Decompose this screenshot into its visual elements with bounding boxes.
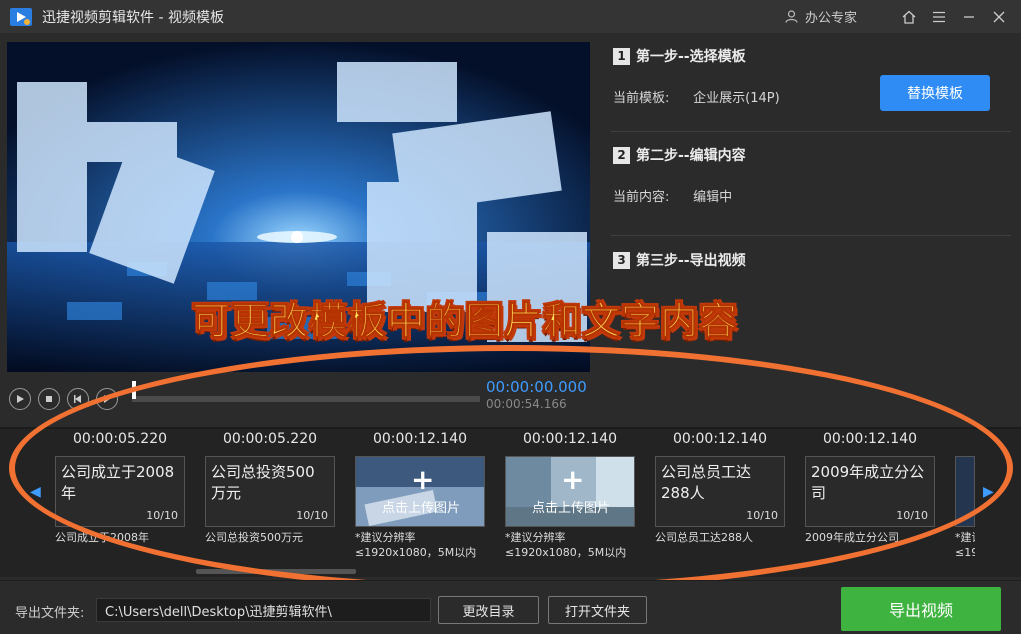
replace-template-button[interactable]: 替换模板 xyxy=(880,75,990,111)
char-count: 10/10 xyxy=(746,509,778,522)
step2-header: 2 第二步--编辑内容 xyxy=(613,145,746,165)
menu-icon xyxy=(933,11,945,22)
play-icon xyxy=(17,395,24,403)
text-slot[interactable]: 公司成立于2008年 10/10 xyxy=(55,456,185,527)
clip-caption: *建议分辨率≤1920x1080，5M以内 xyxy=(955,531,975,559)
clip-item[interactable]: 00:00:05.220 公司成立于2008年 10/10 公司成立于2008年 xyxy=(55,429,185,579)
clip-caption: 公司成立于2008年 xyxy=(55,531,149,544)
export-bar: 导出文件夹: 更改目录 打开文件夹 导出视频 xyxy=(0,580,1021,634)
slot-thumbnail xyxy=(956,457,974,526)
slot-text: 公司总员工达288人 xyxy=(661,463,752,502)
upload-image-label: 点击上传图片 xyxy=(381,501,460,516)
char-count: 10/10 xyxy=(296,509,328,522)
char-count: 10/10 xyxy=(146,509,178,522)
change-directory-button[interactable]: 更改目录 xyxy=(438,596,539,624)
promo-caption: 可更改模板中的图片和文字内容 xyxy=(191,299,739,344)
close-button[interactable] xyxy=(985,0,1013,33)
user-name: 办公专家 xyxy=(804,11,857,26)
progress-handle[interactable] xyxy=(132,381,136,399)
step2-title: 第二步--编辑内容 xyxy=(636,148,746,164)
step1-number: 1 xyxy=(613,47,630,65)
current-time: 00:00:00.000 xyxy=(486,378,587,396)
clip-caption: 2009年成立分公司 xyxy=(805,531,899,544)
clip-item[interactable]: 00:00:12.140 2009年成立分公司 10/10 2009年成立分公司 xyxy=(805,429,935,579)
open-folder-button[interactable]: 打开文件夹 xyxy=(548,596,647,624)
export-path-field[interactable] xyxy=(96,598,431,622)
timeline-scrollbar[interactable] xyxy=(196,569,356,574)
add-image-icon: + xyxy=(411,463,435,496)
minimize-icon xyxy=(964,15,974,18)
prev-frame-button[interactable] xyxy=(67,388,89,410)
current-template-value: 企业展示(14P) xyxy=(693,91,780,106)
next-frame-icon xyxy=(104,395,110,403)
step1-header: 1 第一步--选择模板 xyxy=(613,46,746,66)
step3-header: 3 第三步--导出视频 xyxy=(613,250,746,270)
user-icon xyxy=(785,10,798,23)
clip-duration: 00:00:12.140 xyxy=(522,431,618,447)
clip-duration: 00:00:12.140 xyxy=(372,431,468,447)
minimize-button[interactable] xyxy=(955,0,983,33)
step2-info: 当前内容: 编辑中 xyxy=(613,186,732,205)
clip-caption: 公司总投资500万元 xyxy=(205,531,303,544)
slot-text: 公司总投资500万元 xyxy=(211,463,315,502)
steps-panel: 1 第一步--选择模板 当前模板: 企业展示(14P) 替换模板 2 第二步--… xyxy=(601,33,1021,423)
step2-number: 2 xyxy=(613,146,630,164)
menu-button[interactable] xyxy=(925,0,953,33)
add-image-icon: + xyxy=(561,463,585,496)
clip-duration: 00:00:12.140 xyxy=(672,431,768,447)
clip-duration: 00:00:05.220 xyxy=(72,431,168,447)
char-count: 10/10 xyxy=(896,509,928,522)
upload-image-label: 点击上传图片 xyxy=(531,501,610,516)
home-icon xyxy=(902,10,916,24)
player-controls: 00:00:00.000 00:00:54.166 xyxy=(7,376,597,422)
stop-button[interactable] xyxy=(38,388,60,410)
divider xyxy=(611,131,1011,132)
home-button[interactable] xyxy=(895,0,923,33)
current-content-label: 当前内容: xyxy=(613,190,670,205)
image-slot[interactable]: + 点击上传图片 xyxy=(355,456,485,527)
image-slot[interactable] xyxy=(955,456,975,527)
slot-text: 公司成立于2008年 xyxy=(61,463,175,502)
export-video-button[interactable]: 导出视频 xyxy=(841,587,1001,631)
current-content-value: 编辑中 xyxy=(693,190,733,205)
clip-caption: *建议分辨率≤1920x1080，5M以内 xyxy=(505,531,627,559)
scroll-right-icon[interactable]: ▶ xyxy=(983,484,994,500)
play-button[interactable] xyxy=(9,388,31,410)
title-bar: 迅捷视频剪辑软件 - 视频模板 办公专家 xyxy=(0,0,1021,33)
slot-text: 2009年成立分公司 xyxy=(811,463,925,502)
clip-duration: 00:00:05.220 xyxy=(222,431,318,447)
clip-item[interactable]: 00:00:12.140 公司总员工达288人 10/10 公司总员工达288人 xyxy=(655,429,785,579)
clip-duration: 00:00:12.140 xyxy=(822,431,918,447)
scroll-left-icon[interactable]: ◀ xyxy=(30,484,41,500)
text-slot[interactable]: 2009年成立分公司 10/10 xyxy=(805,456,935,527)
user-account[interactable]: 办公专家 xyxy=(785,7,857,26)
step3-title: 第三步--导出视频 xyxy=(636,253,746,269)
app-logo-icon xyxy=(10,7,32,26)
text-slot[interactable]: 公司总员工达288人 10/10 xyxy=(655,456,785,527)
current-template-label: 当前模板: xyxy=(613,91,670,106)
prev-frame-icon xyxy=(74,395,81,403)
step3-number: 3 xyxy=(613,251,630,269)
stop-icon xyxy=(46,396,52,402)
total-time: 00:00:54.166 xyxy=(486,397,567,411)
close-icon xyxy=(993,11,1005,22)
clip-item[interactable]: *建议分辨率≤1920x1080，5M以内 xyxy=(955,429,975,579)
step1-info: 当前模板: 企业展示(14P) xyxy=(613,87,780,106)
clip-caption: 公司总员工达288人 xyxy=(655,531,753,544)
text-slot[interactable]: 公司总投资500万元 10/10 xyxy=(205,456,335,527)
next-frame-button[interactable] xyxy=(96,388,118,410)
clip-item[interactable]: 00:00:12.140 + 点击上传图片 *建议分辨率≤1920x1080，5… xyxy=(355,429,485,579)
progress-track[interactable] xyxy=(132,396,480,402)
template-timeline: ◀ ▶ 00:00:05.220 公司成立于2008年 10/10 公司成立于2… xyxy=(0,427,1021,577)
clip-item[interactable]: 00:00:12.140 + 点击上传图片 *建议分辨率≤1920x1080，5… xyxy=(505,429,635,579)
window-title: 迅捷视频剪辑软件 - 视频模板 xyxy=(42,9,224,26)
step1-title: 第一步--选择模板 xyxy=(636,49,746,65)
image-slot[interactable]: + 点击上传图片 xyxy=(505,456,635,527)
clip-caption: *建议分辨率≤1920x1080，5M以内 xyxy=(355,531,477,559)
export-folder-label: 导出文件夹: xyxy=(15,606,85,621)
divider xyxy=(611,235,1011,236)
clip-item[interactable]: 00:00:05.220 公司总投资500万元 10/10 公司总投资500万元 xyxy=(205,429,335,579)
